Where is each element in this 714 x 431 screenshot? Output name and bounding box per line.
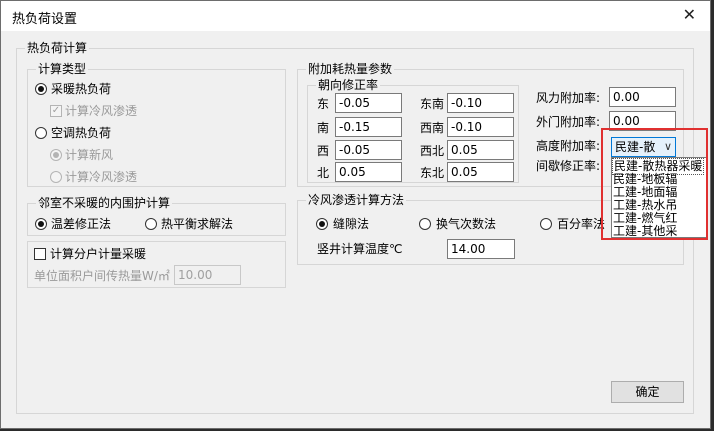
cold-air-infiltration-checkbox[interactable]: ✓ [50, 105, 62, 117]
adjacent-room-label: 邻室不采暖的内围护计算 [36, 195, 173, 211]
wind-label: 风力附加率: [536, 91, 601, 105]
gap-method-radio[interactable] [316, 218, 328, 230]
northeast-input[interactable]: 0.05 [447, 162, 514, 182]
intermittent-label: 间歇修正率: [536, 159, 601, 173]
close-icon[interactable]: ✕ [683, 5, 696, 24]
fresh-air-radio[interactable] [50, 149, 62, 161]
fresh-air-label: 计算新风 [65, 148, 114, 162]
infiltration-label: 冷风渗透计算方法 [306, 192, 407, 208]
shaft-temp-input[interactable]: 14.00 [447, 239, 515, 259]
window-title: 热负荷设置 [12, 12, 78, 27]
annotation-highlight-box [601, 128, 708, 240]
west-label: 西 [317, 144, 330, 158]
calc-type-label: 计算类型 [36, 61, 89, 77]
wind-input[interactable]: 0.00 [609, 87, 676, 107]
gap-method-label: 缝隙法 [333, 217, 370, 231]
heat-balance-label: 热平衡求解法 [161, 217, 234, 231]
heating-load-radio[interactable] [35, 83, 47, 95]
height-label: 高度附加率: [536, 139, 601, 153]
south-input[interactable]: -0.15 [335, 117, 402, 137]
southwest-input[interactable]: -0.10 [447, 117, 514, 137]
heat-balance-radio[interactable] [145, 218, 157, 230]
south-label: 南 [317, 121, 330, 135]
cold-air-infiltration-label: 计算冷风渗透 [65, 104, 138, 118]
north-input[interactable]: 0.05 [335, 162, 402, 182]
additional-heat-label: 附加耗热量参数 [306, 61, 395, 77]
southeast-input[interactable]: -0.10 [447, 93, 514, 113]
temp-diff-label: 温差修正法 [51, 217, 112, 231]
cold-air-infiltration-radio[interactable] [50, 171, 62, 183]
door-label: 外门附加率: [536, 115, 601, 129]
northwest-label: 西北 [420, 144, 445, 158]
north-label: 北 [317, 166, 330, 180]
east-input[interactable]: -0.05 [335, 93, 402, 113]
ac-load-radio[interactable] [35, 127, 47, 139]
unit-area-heat-label: 单位面积户间传热量W/㎡ [34, 269, 170, 283]
ac-load-label: 空调热负荷 [51, 126, 112, 140]
unit-area-heat-input[interactable]: 10.00 [174, 265, 241, 285]
percent-radio[interactable] [540, 218, 552, 230]
west-input[interactable]: -0.05 [335, 140, 402, 160]
shaft-temp-label: 竖井计算温度℃ [317, 242, 403, 256]
orientation-label: 朝向修正率 [316, 77, 381, 93]
title-bar: 热负荷设置 ✕ [1, 1, 710, 31]
percent-label: 百分率法 [557, 217, 606, 231]
ok-button[interactable]: 确定 [611, 381, 684, 403]
air-change-label: 换气次数法 [436, 217, 497, 231]
heat-load-calc-label: 热负荷计算 [25, 40, 90, 56]
southeast-label: 东南 [420, 97, 445, 111]
northwest-input[interactable]: 0.05 [447, 140, 514, 160]
northeast-label: 东北 [420, 166, 445, 180]
cold-air-infiltration-2-label: 计算冷风渗透 [65, 170, 138, 184]
air-change-radio[interactable] [419, 218, 431, 230]
southwest-label: 西南 [420, 121, 445, 135]
heating-load-label: 采暖热负荷 [51, 82, 112, 96]
temp-diff-radio[interactable] [35, 218, 47, 230]
household-metering-checkbox[interactable] [34, 248, 46, 260]
east-label: 东 [317, 97, 330, 111]
household-metering-label: 计算分户计量采暖 [50, 247, 147, 261]
